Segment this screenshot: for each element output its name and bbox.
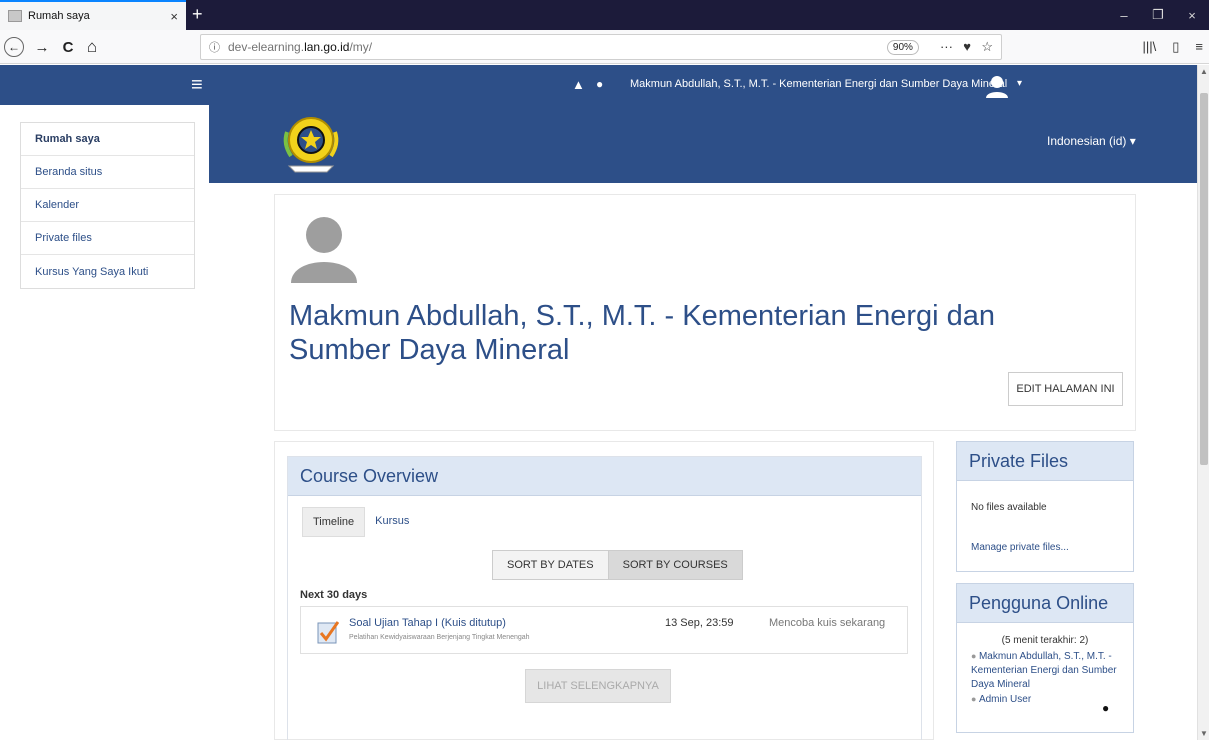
sort-by-dates-button[interactable]: SORT BY DATES xyxy=(492,550,609,580)
site-info-icon[interactable]: ⓘ xyxy=(209,39,220,55)
back-icon[interactable]: ← xyxy=(4,37,24,57)
pocket-icon[interactable]: ♥ xyxy=(963,39,971,54)
page-favicon-icon xyxy=(8,10,22,22)
url-text: dev-elearning.lan.go.id/my/ xyxy=(228,40,887,54)
online-users-title: Pengguna Online xyxy=(957,584,1133,623)
library-icon[interactable]: |||\ xyxy=(1143,39,1157,55)
sort-by-courses-button[interactable]: SORT BY COURSES xyxy=(608,550,743,580)
url-prefix: dev-elearning. xyxy=(228,40,305,54)
sidebar-item-kalender[interactable]: Kalender xyxy=(21,189,194,222)
browser-menu-icon[interactable]: ≡ xyxy=(1195,39,1203,55)
institution-logo-icon[interactable] xyxy=(279,112,343,176)
event-date: 13 Sep, 23:59 xyxy=(665,617,734,629)
scrollbar-thumb[interactable] xyxy=(1200,93,1208,465)
online-user-name[interactable]: Admin User xyxy=(979,694,1031,705)
online-users-summary: (5 menit terakhir: 2) xyxy=(1001,635,1089,646)
notifications-bell-icon[interactable]: ▲ xyxy=(572,77,585,92)
timeline-event: Soal Ujian Tahap I (Kuis ditutup) Pelati… xyxy=(300,606,908,654)
window-controls: – ❐ × xyxy=(1107,0,1209,30)
sort-toggle: SORT BY DATES SORT BY COURSES xyxy=(492,550,743,580)
online-user-name[interactable]: Makmun Abdullah, S.T., M.T. - Kementeria… xyxy=(971,651,1117,690)
private-files-block: Private Files No files available Manage … xyxy=(956,441,1134,572)
online-users-block: Pengguna Online (5 menit terakhir: 2) ● … xyxy=(956,583,1134,733)
url-bar[interactable]: ⓘ dev-elearning.lan.go.id/my/ 90% ··· ♥ … xyxy=(200,34,1002,60)
tab-close-icon[interactable]: × xyxy=(170,9,178,24)
url-actions: ··· ♥ ☆ xyxy=(933,39,993,55)
minimize-icon[interactable]: – xyxy=(1107,8,1141,23)
tab-kursus[interactable]: Kursus xyxy=(365,507,419,537)
course-overview-title: Course Overview xyxy=(288,457,921,496)
sidebar-item-rumah-saya[interactable]: Rumah saya xyxy=(21,123,194,156)
online-users-list: ● Makmun Abdullah, S.T., M.T. - Kementer… xyxy=(971,649,1127,707)
window-close-icon[interactable]: × xyxy=(1175,8,1209,23)
manage-private-files-link[interactable]: Manage private files... xyxy=(971,542,1069,553)
hamburger-menu-icon[interactable]: ≡ xyxy=(191,75,203,95)
course-overview-block: Course Overview Timeline Kursus SORT BY … xyxy=(274,441,934,740)
page-header: Indonesian (id) ▾ xyxy=(209,105,1197,183)
profile-card: Makmun Abdullah, S.T., M.T. - Kementeria… xyxy=(274,194,1136,431)
event-action-link[interactable]: Mencoba kuis sekarang xyxy=(769,617,885,629)
page-title: Makmun Abdullah, S.T., M.T. - Kementeria… xyxy=(289,300,996,366)
tab-title: Rumah saya xyxy=(28,10,90,22)
event-course-name: Pelatihan Kewidyaiswaraan Berjenjang Tin… xyxy=(349,634,530,641)
event-title-link[interactable]: Soal Ujian Tahap I (Kuis ditutup) xyxy=(349,617,506,629)
reload-icon[interactable]: C xyxy=(56,35,80,59)
edit-page-button[interactable]: EDIT HALAMAN INI xyxy=(1008,372,1123,406)
sidebar-item-kursus[interactable]: Kursus Yang Saya Ikuti xyxy=(21,255,194,288)
timeline-period-heading: Next 30 days xyxy=(300,589,368,601)
scroll-down-icon[interactable]: ▼ xyxy=(1200,729,1208,738)
sidebar-nav: Rumah saya Beranda situs Kalender Privat… xyxy=(20,122,195,289)
home-icon[interactable]: ⌂ xyxy=(80,35,104,59)
sidebar-toggle-icon[interactable]: ▯ xyxy=(1172,39,1179,55)
scroll-up-icon[interactable]: ▲ xyxy=(1200,67,1208,76)
no-files-text: No files available xyxy=(971,502,1047,513)
new-tab-icon[interactable]: + xyxy=(192,3,203,25)
browser-toolbar-right: |||\ ▯ ≡ xyxy=(1143,39,1204,55)
messages-icon[interactable]: ● xyxy=(596,77,603,91)
profile-avatar-icon xyxy=(291,217,357,283)
show-more-button[interactable]: LIHAT SELENGKAPNYA xyxy=(525,669,671,703)
bookmark-star-icon[interactable]: ☆ xyxy=(981,39,993,54)
browser-navbar: ← → C ⌂ ⓘ dev-elearning.lan.go.id/my/ 90… xyxy=(0,30,1209,64)
restore-icon[interactable]: ❐ xyxy=(1141,7,1175,23)
browser-tab[interactable]: Rumah saya × xyxy=(0,0,186,30)
page-scrollbar[interactable]: ▲ ▼ xyxy=(1197,65,1209,740)
site-top-navbar: ≡ ▲ ● Makmun Abdullah, S.T., M.T. - Keme… xyxy=(0,65,1197,105)
overview-tabs: Timeline Kursus xyxy=(302,507,419,537)
course-overview-panel: Course Overview Timeline Kursus SORT BY … xyxy=(287,456,922,740)
language-menu[interactable]: Indonesian (id) ▾ xyxy=(1047,134,1136,148)
sidebar-item-beranda-situs[interactable]: Beranda situs xyxy=(21,156,194,189)
zoom-indicator[interactable]: 90% xyxy=(886,39,919,55)
url-path: /my/ xyxy=(349,40,373,54)
forward-icon[interactable]: → xyxy=(30,35,54,59)
private-files-title: Private Files xyxy=(957,442,1133,481)
tab-timeline[interactable]: Timeline xyxy=(302,507,366,537)
page-actions-icon[interactable]: ··· xyxy=(940,39,953,54)
url-domain: lan.go.id xyxy=(304,40,350,54)
user-menu-caret-icon[interactable]: ▾ xyxy=(1017,78,1022,89)
user-avatar-icon[interactable] xyxy=(984,73,1010,99)
sidebar-item-private-files[interactable]: Private files xyxy=(21,222,194,255)
user-icon: ● xyxy=(971,651,979,661)
send-message-icon[interactable]: ● xyxy=(1102,701,1109,715)
list-item[interactable]: ● Makmun Abdullah, S.T., M.T. - Kementer… xyxy=(971,649,1127,692)
browser-tabstrip: Rumah saya × + – ❐ × xyxy=(0,0,1209,30)
quiz-icon xyxy=(317,621,339,644)
user-icon: ● xyxy=(971,694,979,704)
user-menu-name[interactable]: Makmun Abdullah, S.T., M.T. - Kementeria… xyxy=(630,78,1007,90)
